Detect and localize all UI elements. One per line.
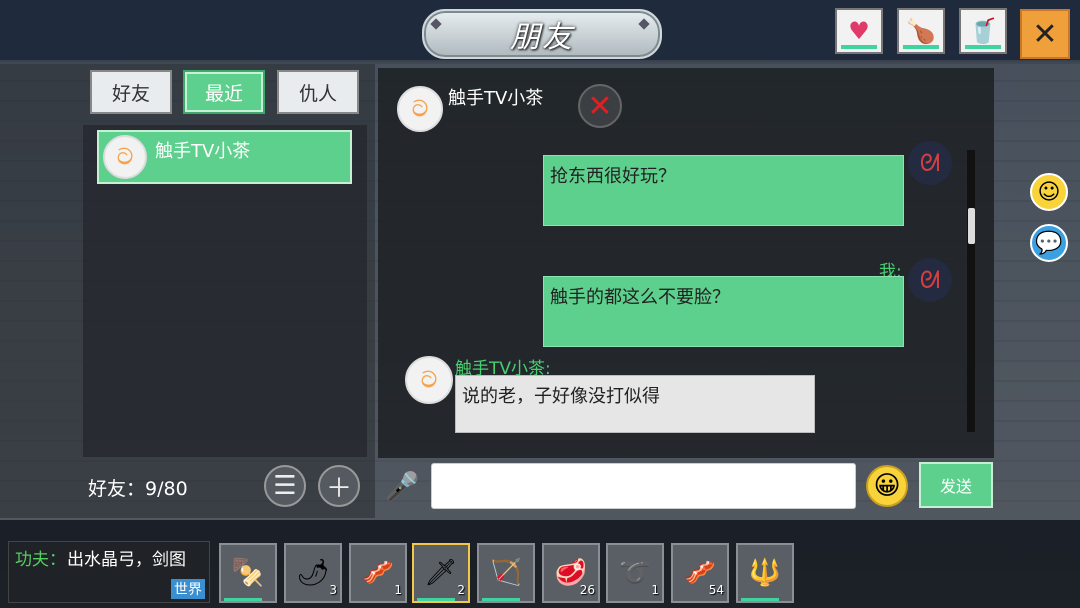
list-menu-button[interactable]: ☰ — [264, 465, 306, 507]
kungfu-value: 出水晶弓，剑图 — [67, 550, 186, 570]
item-count: 3 — [329, 583, 337, 597]
kungfu-label: 功夫： — [15, 550, 66, 570]
chat-scrollbar[interactable] — [967, 150, 975, 432]
thirst-bar — [965, 45, 1001, 49]
page-title: 朋友 — [510, 20, 574, 55]
list-item[interactable]: ට 触手TV小茶 — [97, 130, 352, 184]
emoji-button[interactable]: 😀 — [866, 465, 908, 507]
send-button[interactable]: 发送 — [919, 462, 993, 508]
friend-count: 好友：9/80 — [88, 478, 188, 500]
rope-icon: ➰ — [618, 558, 652, 588]
item-count: 26 — [579, 583, 595, 597]
plus-icon: ＋ — [325, 473, 352, 504]
chat-partner-name: 触手TV小茶 — [448, 88, 544, 109]
chat-scrollbar-thumb[interactable] — [968, 208, 975, 244]
hunger-button[interactable]: 🍗 — [897, 8, 945, 54]
tab-recent[interactable]: 最近 — [183, 70, 265, 114]
hunger-bar — [903, 45, 939, 49]
blade-icon: 🗡 — [424, 558, 458, 588]
microphone-icon: 🎤 — [384, 469, 420, 503]
hotbar-slot-6[interactable]: 🥩 26 — [542, 543, 600, 603]
speech-bubble-icon: 💬 — [1035, 230, 1063, 256]
hotbar-slot-9[interactable]: 🔱 — [736, 543, 794, 603]
world-chat-preview[interactable]: 功夫： 出水晶弓，剑图 世界 — [8, 541, 210, 603]
frog-icon: ට — [421, 367, 437, 393]
message-bubble-me: 触手的都这么不要脸？ — [543, 276, 904, 347]
item-count: 1 — [394, 583, 402, 597]
octopus-icon: ᘛ — [919, 149, 941, 177]
partner-avatar: ට — [405, 356, 453, 404]
chat-side-button[interactable]: 💬 — [1030, 224, 1068, 262]
bacon-icon: 🥓 — [361, 558, 395, 588]
octopus-icon: ᘛ — [919, 266, 941, 294]
remove-friend-button[interactable]: ✕ — [578, 84, 622, 128]
close-icon: ✕ — [1032, 16, 1058, 52]
staff-icon: 🔱 — [748, 558, 782, 588]
health-bar — [841, 45, 877, 49]
drumstick-icon: 🍗 — [906, 17, 936, 45]
close-button[interactable]: ✕ — [1020, 9, 1070, 59]
world-tag: 世界 — [171, 579, 205, 599]
water-cup-icon: 🥤 — [968, 17, 998, 45]
add-friend-button[interactable]: ＋ — [318, 465, 360, 507]
emote-side-button[interactable]: ☺ — [1030, 173, 1068, 211]
smiley-icon: ☺ — [1037, 179, 1061, 205]
heart-icon: ♥ — [848, 17, 870, 45]
hotbar-slot-7[interactable]: ➰ 1 — [606, 543, 664, 603]
list-icon: ☰ — [273, 471, 297, 501]
bow-icon: 🏹 — [489, 558, 523, 588]
x-icon: ✕ — [587, 88, 613, 124]
smiley-icon: 😀 — [873, 471, 901, 501]
hotbar-slot-5[interactable]: 🏹 — [477, 543, 535, 603]
message-bubble-partner: 说的老，子好像没打似得 — [455, 375, 815, 433]
microphone-button[interactable]: 🎤 — [385, 466, 420, 506]
thirst-button[interactable]: 🥤 — [959, 8, 1007, 54]
chat-partner-avatar: ට — [397, 86, 443, 132]
my-avatar: ᘛ — [908, 258, 952, 302]
hotbar-slot-3[interactable]: 🥓 1 — [349, 543, 407, 603]
tab-friends[interactable]: 好友 — [90, 70, 172, 114]
hotbar-slot-4[interactable]: 🗡 2 — [412, 543, 470, 603]
torch-icon: 🍢 — [231, 558, 265, 588]
title-plate: 朋友 — [422, 9, 662, 59]
message-bubble-me: 抢东西很好玩？ — [543, 155, 904, 226]
item-count: 1 — [651, 583, 659, 597]
health-button[interactable]: ♥ — [835, 8, 883, 54]
item-count: 54 — [708, 583, 724, 597]
friend-name: 触手TV小茶 — [155, 141, 251, 162]
hotbar-slot-1[interactable]: 🍢 — [219, 543, 277, 603]
frog-icon: ට — [117, 144, 133, 170]
tab-enemies[interactable]: 仇人 — [277, 70, 359, 114]
frog-icon: ට — [412, 96, 428, 122]
my-avatar: ᘛ — [908, 141, 952, 185]
hotbar-slot-8[interactable]: 🥓 54 — [671, 543, 729, 603]
chili-icon: 🌶 — [296, 558, 330, 588]
hotbar-slot-2[interactable]: 🌶 3 — [284, 543, 342, 603]
avatar: ට — [103, 135, 147, 179]
chat-input[interactable] — [431, 463, 856, 509]
item-count: 2 — [457, 583, 465, 597]
